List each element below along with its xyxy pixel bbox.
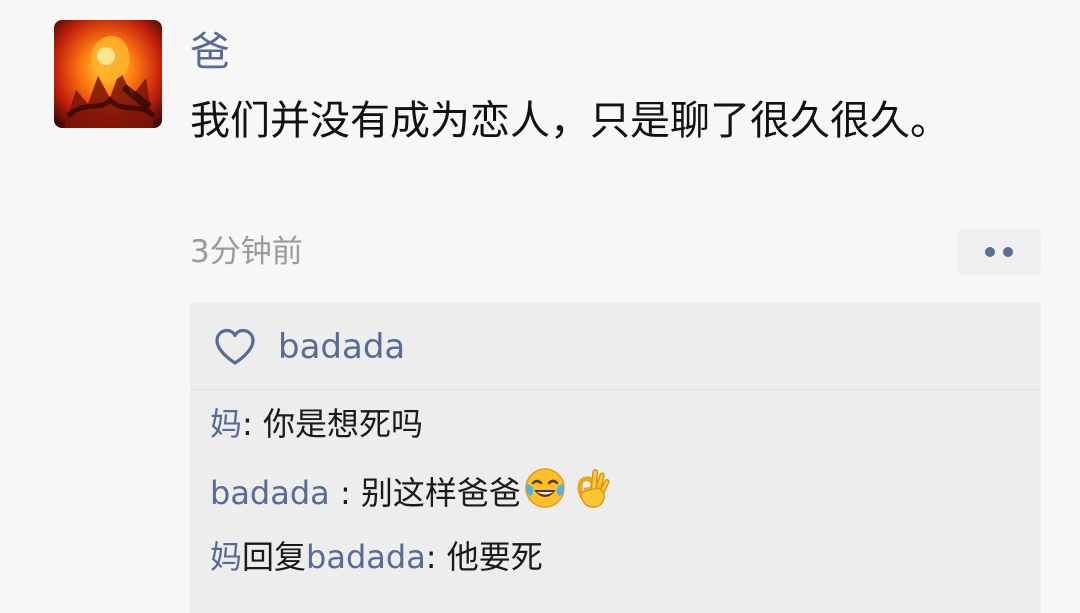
comment-item[interactable]: badada : 别这样爸爸 [210, 466, 613, 517]
face-with-tears-of-joy-icon [525, 468, 565, 508]
post-time: 3分钟前 [190, 234, 303, 270]
comment-text: 他要死 [446, 538, 543, 576]
ok-hand-icon [577, 469, 610, 508]
liker-name[interactable]: badada [278, 327, 405, 367]
interaction-panel: badada 妈: 你是想死吗 badada : 别这样爸爸 妈回复badada… [190, 303, 1041, 613]
comment-item[interactable]: 妈回复badada: 他要死 [210, 533, 543, 581]
heart-outline-icon [215, 328, 255, 365]
comment-text: 你是想死吗 [262, 405, 423, 443]
comment-separator: : [242, 405, 263, 443]
likes-row: badada [214, 319, 405, 375]
fire-warrior-avatar-icon [54, 20, 162, 128]
post-author-name[interactable]: 爸 [190, 24, 230, 80]
author-avatar[interactable] [54, 20, 162, 128]
moment-post: 爸 我们并没有成为恋人，只是聊了很久很久。 3分钟前 badada 妈: 你是想… [0, 0, 1080, 613]
comment-separator: : [329, 474, 361, 512]
comment-author[interactable]: 妈 [210, 538, 242, 576]
more-options-button[interactable] [957, 229, 1041, 275]
reply-target[interactable]: badada [306, 538, 426, 576]
comment-author[interactable]: 妈 [210, 405, 242, 443]
more-dots-icon [985, 247, 995, 257]
comment-separator: : [425, 538, 447, 576]
comment-author[interactable]: badada [210, 474, 330, 512]
likes-divider [190, 389, 1041, 390]
more-dots-icon [1003, 247, 1013, 257]
comment-item[interactable]: 妈: 你是想死吗 [210, 400, 423, 448]
reply-word: 回复 [242, 538, 307, 576]
post-content: 我们并没有成为恋人，只是聊了很久很久。 [190, 98, 950, 144]
comment-text: 别这样爸爸 [360, 474, 521, 512]
